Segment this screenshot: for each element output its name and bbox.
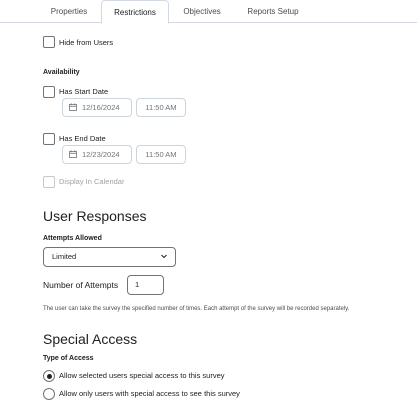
user-responses-heading: User Responses <box>43 208 147 224</box>
start-date-input[interactable]: 12/16/2024 <box>62 98 132 117</box>
special-access-only-label: Allow only users with special access to … <box>59 389 240 398</box>
has-start-date-checkbox[interactable] <box>43 86 55 98</box>
hide-from-users-checkbox[interactable] <box>43 36 55 48</box>
chevron-down-icon <box>161 254 167 259</box>
special-access-only-radio[interactable] <box>43 388 55 400</box>
tab-restrictions[interactable]: Restrictions <box>101 0 169 24</box>
attempts-help-text: The user can take the survey the specifi… <box>43 306 350 312</box>
hide-from-users-label: Hide from Users <box>59 38 114 47</box>
start-date-value: 12/16/2024 <box>82 103 120 112</box>
display-in-calendar-label: Display In Calendar <box>59 177 125 186</box>
special-access-selected-radio[interactable] <box>43 370 55 382</box>
end-date-input[interactable]: 12/23/2024 <box>62 145 132 164</box>
special-access-heading: Special Access <box>43 331 138 347</box>
attempts-allowed-label: Attempts Allowed <box>43 235 102 242</box>
tab-reports-setup[interactable]: Reports Setup <box>236 0 310 23</box>
end-date-value: 12/23/2024 <box>82 150 120 159</box>
tab-bar: Properties Restrictions Objectives Repor… <box>0 0 417 24</box>
display-in-calendar-checkbox[interactable] <box>43 176 55 188</box>
calendar-icon <box>69 150 77 158</box>
special-access-selected-label: Allow selected users special access to t… <box>59 371 225 380</box>
availability-heading: Availability <box>43 69 80 76</box>
type-of-access-label: Type of Access <box>43 355 94 362</box>
number-of-attempts-input[interactable]: 1 <box>127 275 164 295</box>
end-time-input[interactable]: 11:50 AM <box>136 145 186 164</box>
attempts-allowed-select[interactable]: Limited <box>43 247 176 267</box>
has-end-date-label: Has End Date <box>59 134 106 143</box>
start-time-input[interactable]: 11:50 AM <box>136 98 186 117</box>
number-of-attempts-label: Number of Attempts <box>43 280 119 290</box>
tab-objectives[interactable]: Objectives <box>172 0 232 23</box>
has-start-date-label: Has Start Date <box>59 87 109 96</box>
tab-properties[interactable]: Properties <box>38 0 100 23</box>
has-end-date-checkbox[interactable] <box>43 133 55 145</box>
attempts-allowed-value: Limited <box>52 252 77 261</box>
calendar-icon <box>69 103 77 111</box>
